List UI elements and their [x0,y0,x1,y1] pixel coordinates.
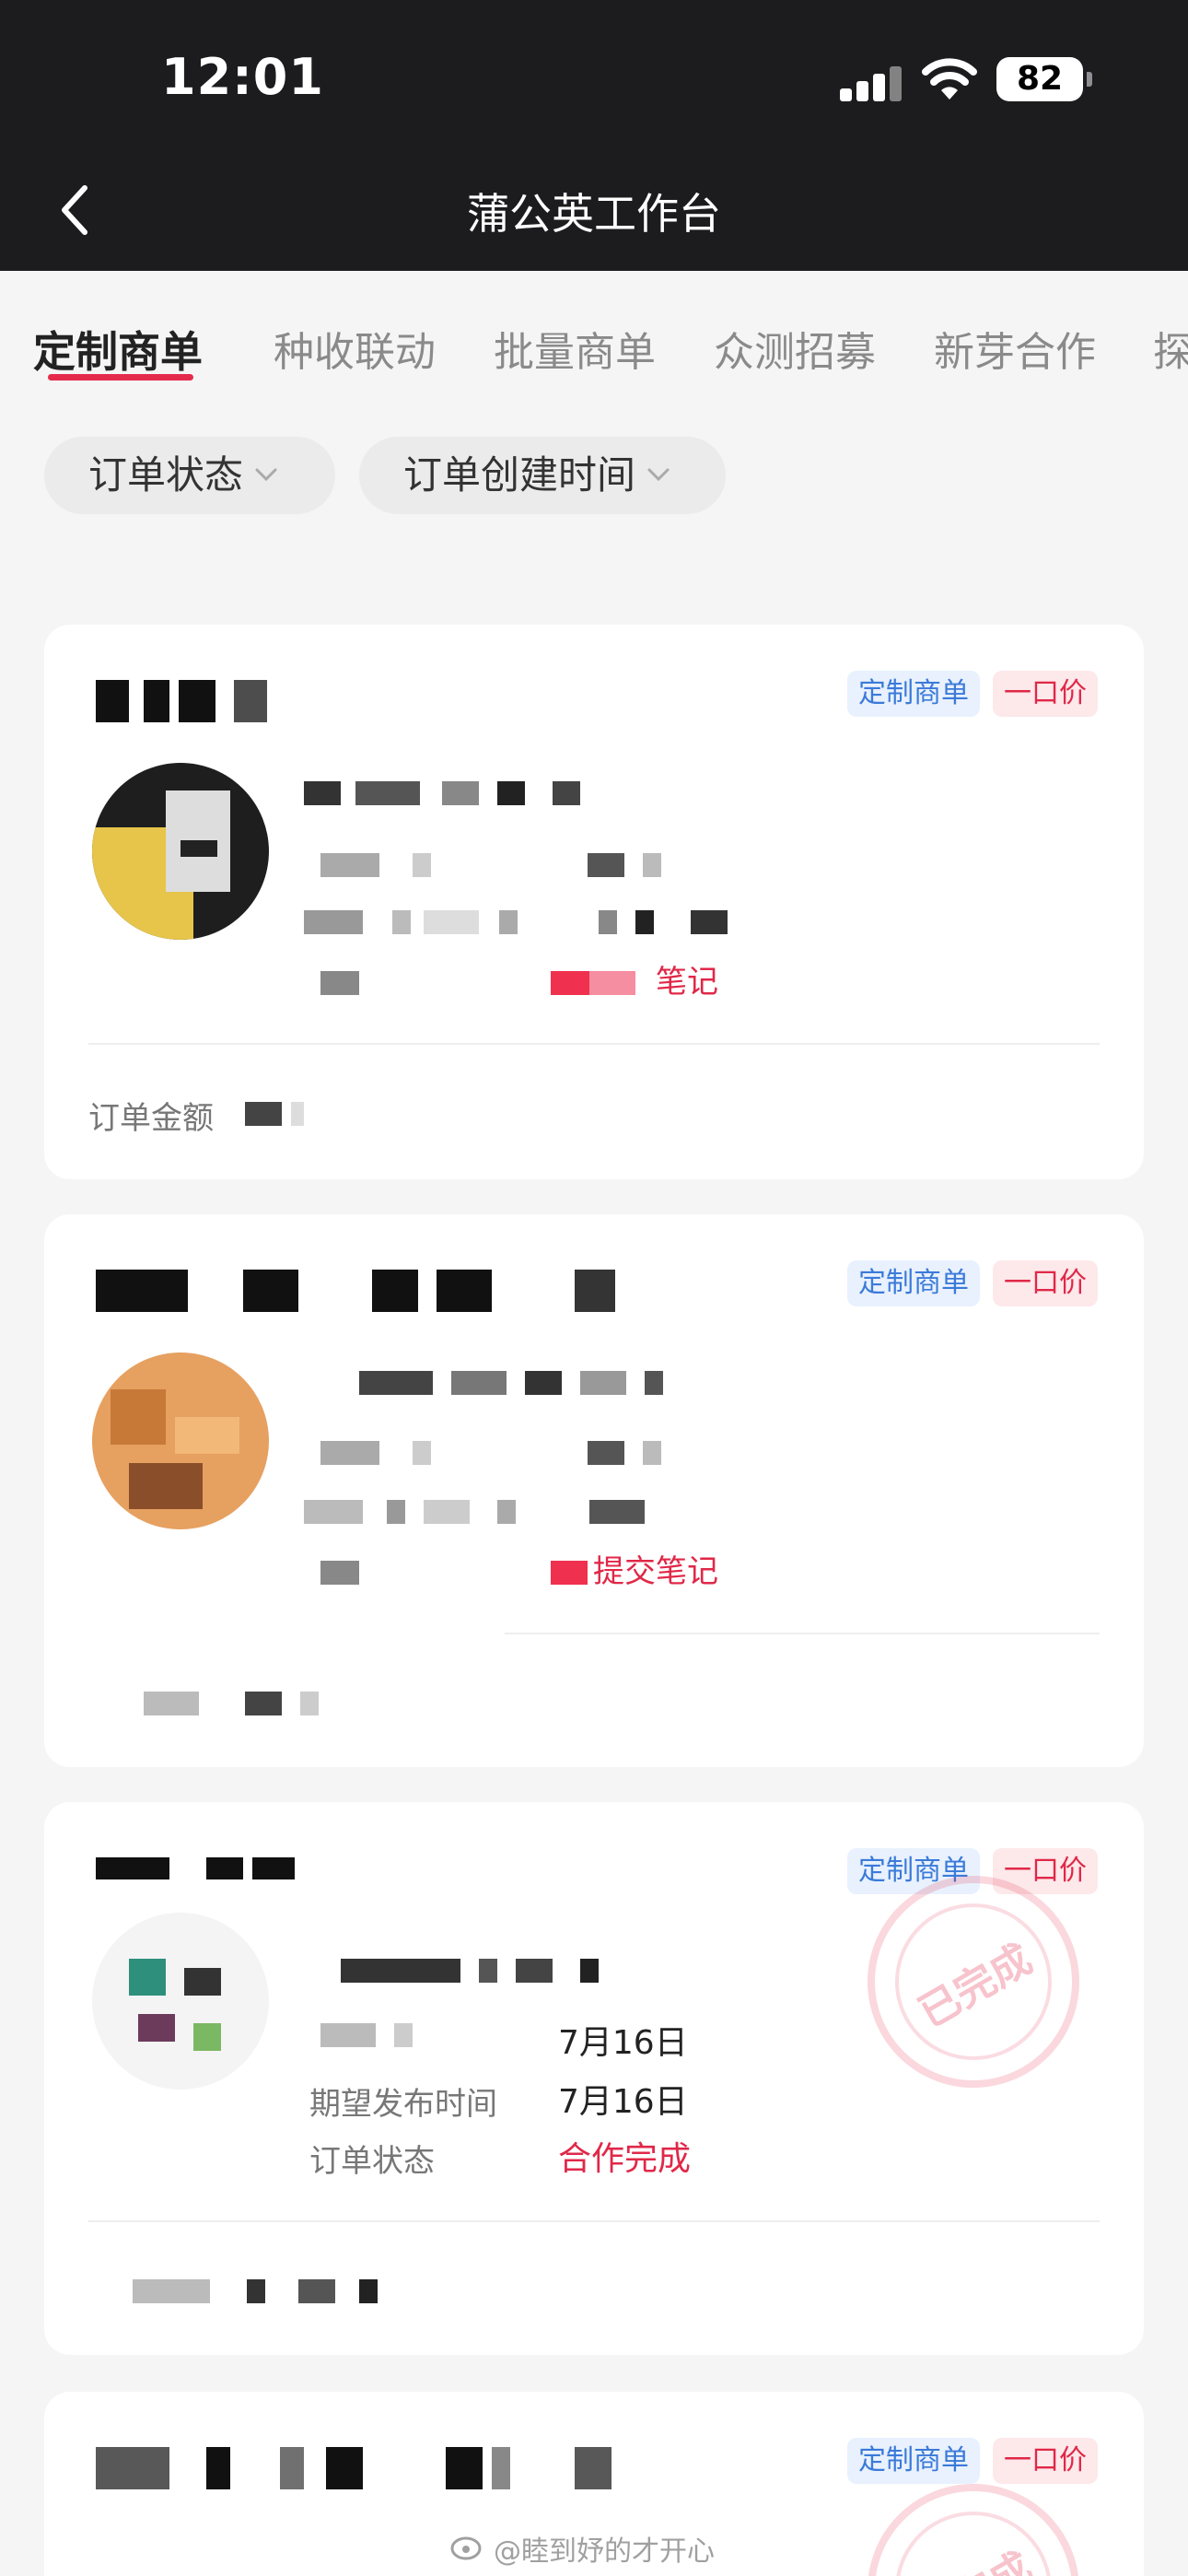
pixelated-info [320,853,707,877]
tab-plant-harvest[interactable]: 种收联动 [274,319,436,378]
status-bar: 12:01 82 [0,0,1188,147]
pixelated-info [320,1441,707,1465]
pixelated-info [304,1371,709,1395]
tab-batch-orders[interactable]: 批量商单 [494,319,656,378]
divider [88,1043,1100,1045]
completed-stamp: 已完成 [868,2484,1079,2576]
wifi-icon [922,58,977,100]
filter-label: 订单创建时间 [403,452,636,498]
order-status-value: 合作完成 [558,2140,692,2178]
pixelated-amount [133,2279,427,2303]
pixelated-info [304,1959,672,1983]
fixed-price-tag: 一口价 [993,671,1098,717]
pixelated-amount [144,1692,383,1715]
filter-label: 订单状态 [88,452,244,498]
tab-crowd-test[interactable]: 众测招募 [714,319,876,378]
pixelated-info [304,781,580,805]
pixelated-info [320,2023,449,2047]
order-status-label: 订单状态 [309,2143,435,2180]
completed-stamp: 已完成 [868,1876,1079,2088]
nav-bar: 蒲公英工作台 [0,147,1188,271]
avatar [92,763,269,940]
pixelated-info [304,1500,728,1524]
weibo-icon [450,2536,482,2560]
divider [88,2220,1100,2222]
custom-order-tag: 定制商单 [847,1260,980,1306]
pixelated-amount [245,1102,319,1126]
custom-order-tag: 定制商单 [847,2438,980,2484]
fixed-price-tag: 一口价 [993,1260,1098,1306]
tab-custom-orders[interactable]: 定制商单 [33,319,203,380]
active-tab-indicator [48,374,193,381]
status-time: 12:01 [161,48,324,106]
order-card[interactable]: 定制商单 一口价 提交笔记 [44,1214,1144,1767]
chevron-down-icon [255,468,277,482]
note-status: 提交笔记 [593,1553,718,1590]
custom-order-tag: 定制商单 [847,671,980,717]
order-card[interactable]: 定制商单 一口价 笔记 订单金额 [44,625,1144,1179]
tab-more[interactable]: 探 [1153,319,1188,378]
order-amount-label: 订单金额 [88,1100,214,1137]
cellular-signal-icon [840,64,904,101]
battery-icon: 82 [996,57,1092,101]
fixed-price-tag: 一口价 [993,2438,1098,2484]
watermark-text: @睦到妤的才开心 [494,2535,715,2568]
expected-publish-time-value: 7月16日 [558,2083,688,2121]
tab-new-sprout[interactable]: 新芽合作 [934,319,1096,378]
expected-publish-time-label: 期望发布时间 [309,2086,497,2123]
page-title: 蒲公英工作台 [467,189,721,239]
pixelated-info [304,910,728,934]
avatar [92,1352,269,1529]
divider [505,1633,1100,1634]
avatar [92,1913,269,2090]
order-status-filter[interactable]: 订单状态 [44,437,335,514]
chevron-down-icon [647,468,670,482]
note-status: 笔记 [656,964,718,1001]
order-created-time-filter[interactable]: 订单创建时间 [359,437,726,514]
order-card[interactable]: 定制商单 一口价 已完成 7月16日 期望发布时间 7月16日 订单状态 合作完… [44,1802,1144,2355]
publish-date: 7月16日 [558,2024,688,2062]
pixelated-info [320,971,689,995]
tab-bar: 定制商单 种收联动 批量商单 众测招募 新芽合作 探 [0,271,1188,391]
